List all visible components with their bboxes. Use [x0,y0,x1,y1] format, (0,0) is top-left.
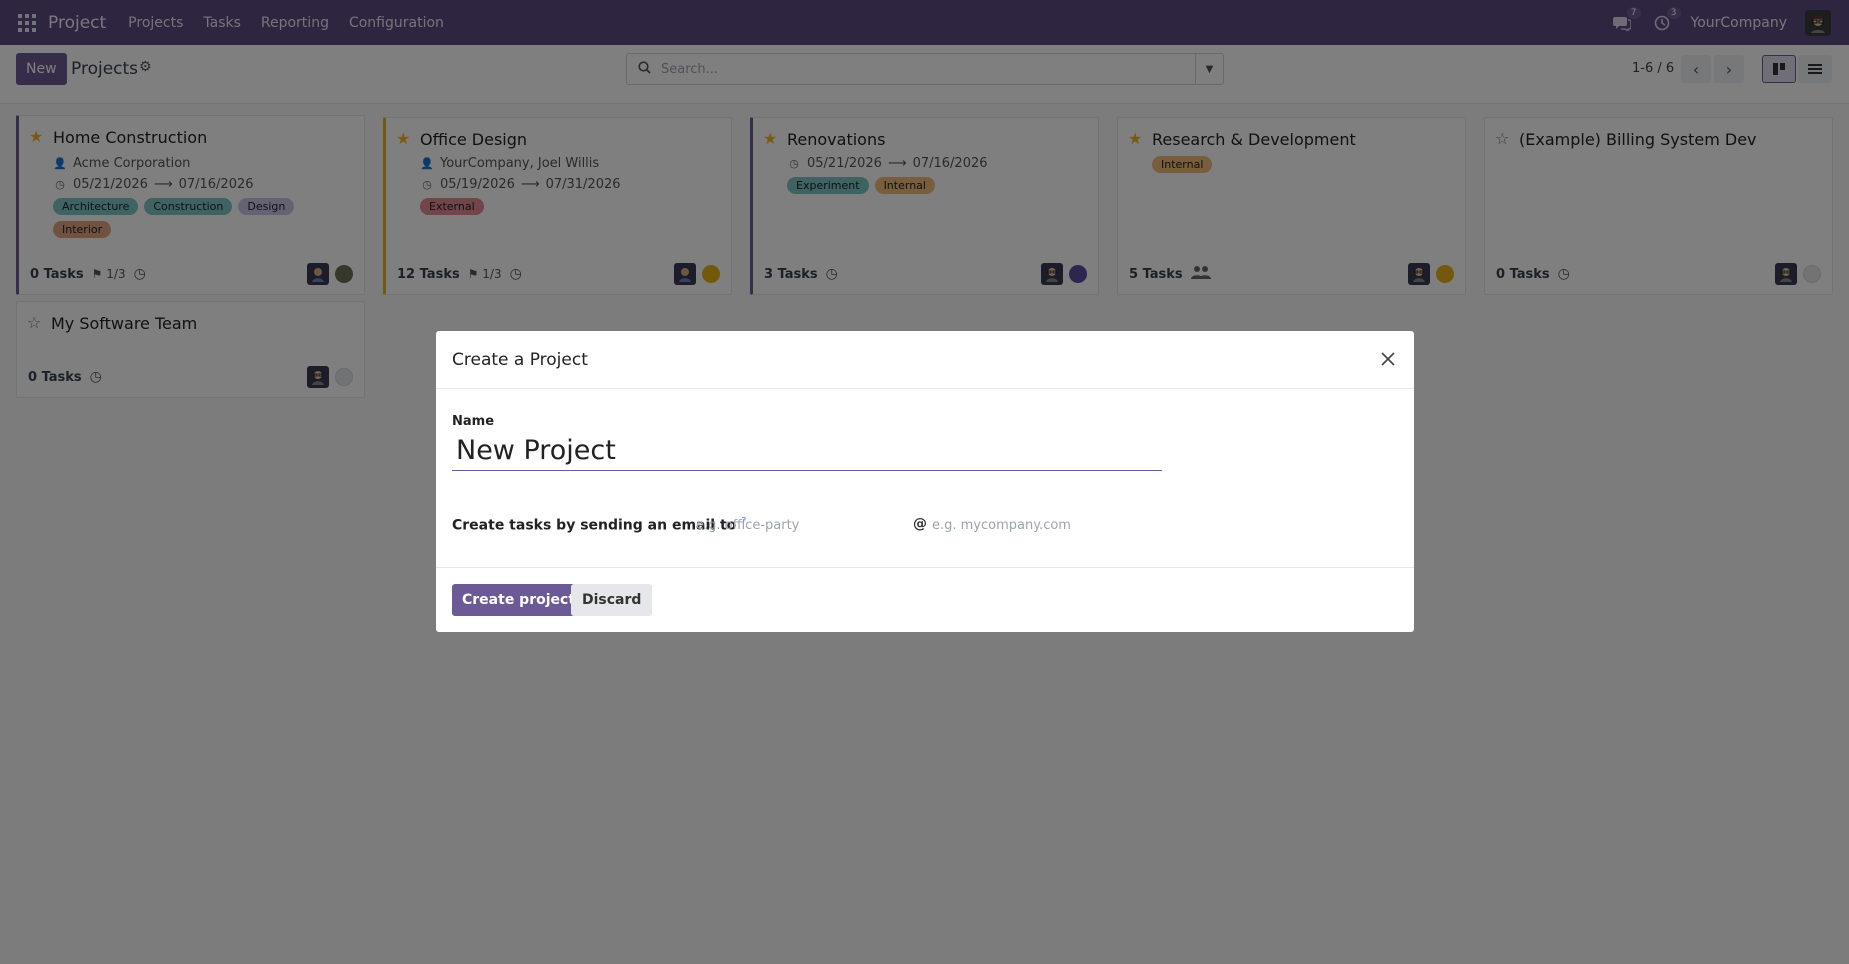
create-project-dialog: Create a Project Name Create tasks by se… [436,331,1414,632]
name-label: Name [452,414,495,429]
email-alias-label-text: Create tasks by sending an email to [452,517,737,534]
project-name-input[interactable] [452,431,1162,471]
dialog-footer: Create project Discard [436,567,1414,632]
create-project-button[interactable]: Create project [452,584,586,616]
dialog-title: Create a Project [452,350,588,370]
email-domain-input[interactable] [932,514,1152,536]
close-icon[interactable] [1374,345,1402,373]
email-alias-input[interactable] [696,514,906,536]
discard-button[interactable]: Discard [571,584,653,616]
dialog-header: Create a Project [436,331,1414,389]
at-sign: @ [913,516,927,532]
